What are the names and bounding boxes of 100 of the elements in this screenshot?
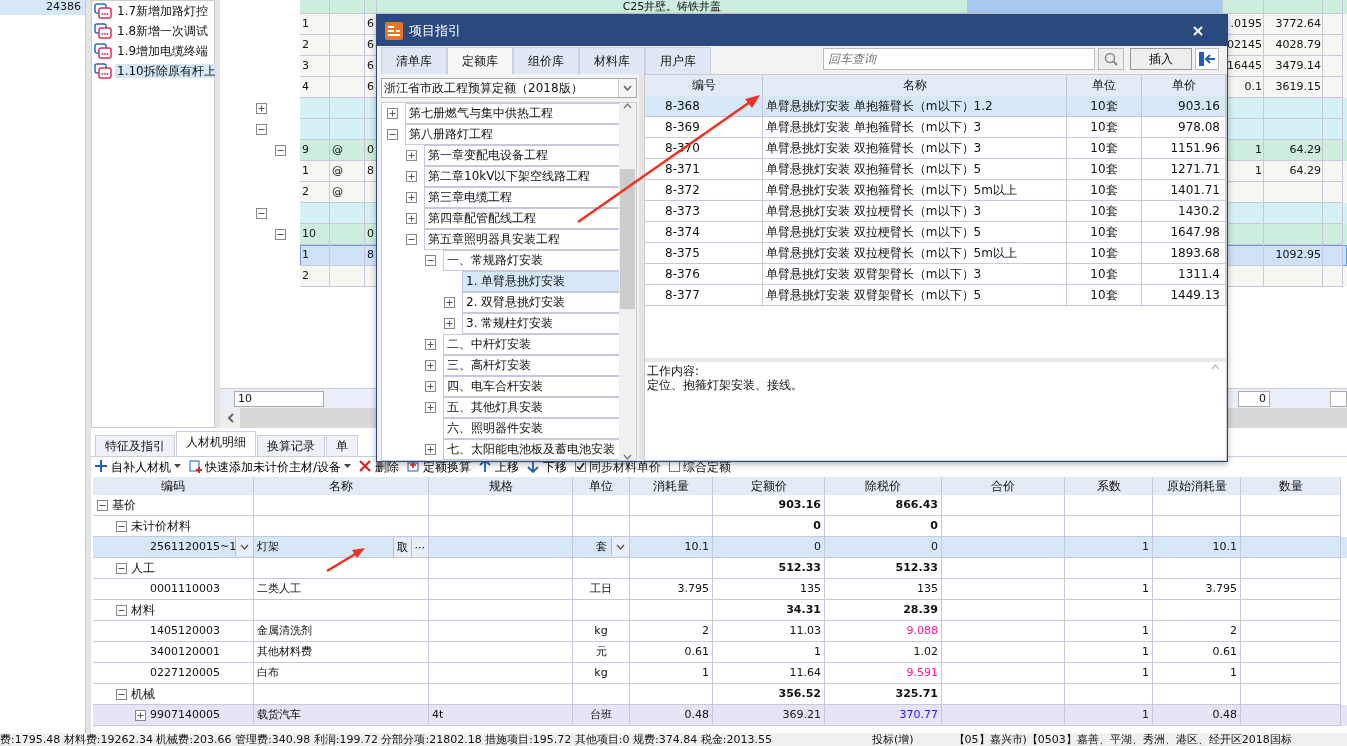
toolbar-button[interactable]: 上移: [479, 459, 520, 475]
dropdown-caret-icon[interactable]: [616, 543, 625, 550]
tree-item[interactable]: 1.7新增加路灯控: [115, 3, 211, 19]
table-row[interactable]: 1405120003 金属清洗剂 kg 2 11.03 9.088 1 2: [93, 621, 1347, 642]
checkbox[interactable]: [669, 461, 681, 473]
tree-item[interactable]: 1.10拆除原有杆上: [115, 63, 218, 79]
tree-item[interactable]: 一、常规路灯安装: [443, 250, 619, 271]
table-row[interactable]: 材料 34.31 28.39: [93, 600, 1347, 621]
table-row[interactable]: 8-372 单臂悬挑灯安装 双抱箍臂长（m以下）5m以上 10套 1401.71: [645, 180, 1226, 201]
scroll-button[interactable]: [220, 408, 240, 428]
tab[interactable]: 材料库: [579, 47, 645, 74]
expand-icon[interactable]: [425, 402, 436, 413]
column-header[interactable]: 单位: [1067, 75, 1142, 96]
expand-icon[interactable]: [406, 213, 417, 224]
collapse-icon[interactable]: [116, 688, 127, 700]
toolbar-button[interactable]: 下移: [527, 459, 568, 475]
expand-icon[interactable]: [256, 103, 267, 114]
tree-item[interactable]: 3. 常规柱灯安装: [462, 313, 619, 334]
table-row[interactable]: 9907140005 载货汽车 4t 台班 0.48 369.21 370.77 1 0.48: [93, 705, 1347, 726]
table-row[interactable]: C25井壁。铸铁井盖: [300, 0, 1347, 14]
tree-item[interactable]: 第二章10kV以下架空线路工程: [424, 166, 619, 187]
collapse-icon[interactable]: [116, 520, 127, 532]
table-row[interactable]: 8-369 单臂悬挑灯安装 单抱箍臂长（m以下）3 10套 978.08: [645, 117, 1226, 138]
tree-item[interactable]: 第七册燃气与集中供热工程: [405, 103, 619, 124]
table-row[interactable]: 8-374 单臂悬挑灯安装 双拉梗臂长（m以下）5 10套 1647.98: [645, 222, 1226, 243]
tree-item[interactable]: 三、高杆灯安装: [443, 355, 619, 376]
tab[interactable]: 清单库: [381, 47, 447, 74]
column-header[interactable]: 规格: [429, 477, 573, 495]
expand-icon[interactable]: [135, 709, 146, 721]
table-row[interactable]: 0001110003 二类人工 工日 3.795 135 135 1 3.795: [93, 579, 1347, 600]
collapse-icon[interactable]: [256, 124, 267, 135]
table-row[interactable]: 0227120005 白布 kg 1 11.64 9.591 1 1: [93, 663, 1347, 684]
tree-item[interactable]: 六、照明器件安装: [443, 418, 619, 439]
table-row[interactable]: 3400120001 其他材料费 元 0.61 1 1.02 1 0.61: [93, 642, 1347, 663]
tab[interactable]: 人材机明细: [176, 431, 256, 456]
tree-item[interactable]: 第五章照明器具安装工程: [424, 229, 619, 250]
column-header[interactable]: 原始消耗量: [1153, 477, 1241, 495]
tab[interactable]: 特征及指引: [95, 434, 175, 456]
collapse-icon[interactable]: [387, 129, 398, 140]
tab[interactable]: 单: [326, 434, 358, 456]
tree-item[interactable]: 五、其他灯具安装: [443, 397, 619, 418]
expand-icon[interactable]: [425, 381, 436, 392]
table-row[interactable]: 8-377 单臂悬挑灯安装 双臂架臂长（m以下）5 10套 1449.13: [645, 285, 1226, 306]
dropdown-button[interactable]: [611, 537, 629, 556]
checkbox-label[interactable]: 综合定额: [683, 459, 732, 475]
column-header[interactable]: 名称: [254, 477, 429, 495]
column-header[interactable]: 名称: [763, 75, 1067, 96]
collapse-icon[interactable]: [406, 234, 417, 245]
tree-item[interactable]: 2. 双臂悬挑灯安装: [462, 292, 619, 313]
column-header[interactable]: 编号: [645, 75, 763, 96]
collapse-icon[interactable]: [275, 145, 286, 156]
table-row[interactable]: 8-376 单臂悬挑灯安装 双臂架臂长（m以下）3 10套 1311.4: [645, 264, 1226, 285]
tree-item[interactable]: 第一章变配电设备工程: [424, 145, 619, 166]
column-header[interactable]: 合价: [942, 477, 1065, 495]
expand-icon[interactable]: [406, 171, 417, 182]
tree-item[interactable]: 七、太阳能电池板及蓄电池安装: [443, 439, 619, 460]
tree-item[interactable]: 第四章配管配线工程: [424, 208, 619, 229]
input-field[interactable]: [1330, 390, 1347, 407]
collapse-icon[interactable]: [425, 255, 436, 266]
scrollbar[interactable]: [619, 103, 636, 460]
collapse-icon[interactable]: [97, 499, 108, 511]
toolbar-button[interactable]: 定额换算: [407, 459, 472, 475]
collapse-icon[interactable]: [275, 229, 286, 240]
tree-item[interactable]: 1.8新增一次调试: [115, 23, 211, 39]
toolbar-button[interactable]: 删除: [359, 459, 400, 475]
table-row[interactable]: 基价 903.16 866.43: [93, 495, 1347, 516]
collapse-icon[interactable]: [256, 208, 267, 219]
insert-button[interactable]: 插入: [1130, 48, 1192, 70]
tree-item[interactable]: 第三章电缆工程: [424, 187, 619, 208]
table-row[interactable]: 8-373 单臂悬挑灯安装 双拉梗臂长（m以下）3 10套 1430.2: [645, 201, 1226, 222]
tree-item[interactable]: 1. 单臂悬挑灯安装: [462, 271, 619, 292]
column-header[interactable]: 单位: [573, 477, 630, 495]
tab[interactable]: 组价库: [513, 47, 579, 74]
table-row[interactable]: 2561120015~1 灯架 取 ··· 套 10.1 0 0 1 10.1: [93, 537, 1347, 558]
tree-item[interactable]: 四、电车合杆安装: [443, 376, 619, 397]
dropdown-button[interactable]: [618, 79, 636, 97]
dropdown-caret-icon[interactable]: [623, 85, 632, 91]
column-header[interactable]: 除税价: [825, 477, 942, 495]
column-header[interactable]: 定额价: [713, 477, 825, 495]
input-field[interactable]: 10: [234, 390, 324, 407]
column-header[interactable]: 单价: [1142, 75, 1226, 96]
search-button[interactable]: [1098, 48, 1124, 70]
tab[interactable]: 定额库: [447, 47, 513, 74]
tab[interactable]: 换算记录: [257, 434, 325, 456]
expand-icon[interactable]: [425, 339, 436, 350]
cell-button[interactable]: 取: [392, 537, 411, 557]
table-row[interactable]: 8-375 单臂悬挑灯安装 双拉梗臂长（m以下）5m以上 10套 1893.68: [645, 243, 1226, 264]
expand-icon[interactable]: [444, 318, 455, 329]
expand-icon[interactable]: [406, 192, 417, 203]
dropdown-button[interactable]: [235, 537, 253, 556]
expand-icon[interactable]: [425, 360, 436, 371]
library-dropdown[interactable]: 浙江省市政工程预算定额（2018版）: [381, 78, 637, 98]
checkbox-label[interactable]: 同步材料单价: [589, 459, 662, 475]
tree-item[interactable]: 二、中杆灯安装: [443, 334, 619, 355]
tree-item[interactable]: 1.9增加电缆终端: [115, 43, 211, 59]
column-header[interactable]: 编码: [93, 477, 254, 495]
toolbar-button[interactable]: 快速添加未计价主材/设备: [189, 459, 352, 475]
column-header[interactable]: 数量: [1241, 477, 1341, 495]
expand-icon[interactable]: [406, 150, 417, 161]
table-row[interactable]: 8-371 单臂悬挑灯安装 双抱箍臂长（m以下）5 10套 1271.71: [645, 159, 1226, 180]
